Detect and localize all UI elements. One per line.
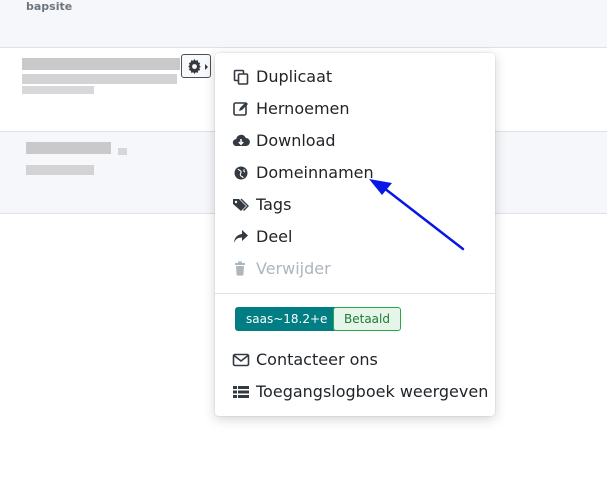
version-badge: saas~18.2+e xyxy=(235,307,339,331)
menu-item-domains[interactable]: Domeinnamen xyxy=(215,157,495,189)
envelope-icon xyxy=(232,353,250,367)
menu-item-label: Toegangslogboek weergeven xyxy=(256,382,489,401)
menu-item-label: Deel xyxy=(256,227,293,246)
menu-item-label: Contacteer ons xyxy=(256,350,378,369)
menu-item-download[interactable]: Download xyxy=(215,125,495,157)
gear-icon xyxy=(188,59,201,74)
menu-item-label: Duplicaat xyxy=(256,67,333,86)
menu-item-label: Download xyxy=(256,131,336,150)
menu-divider xyxy=(215,293,495,294)
redacted-url xyxy=(22,86,94,94)
status-badge: Betaald xyxy=(333,307,401,331)
menu-item-access-log[interactable]: Toegangslogboek weergeven xyxy=(215,376,495,408)
list-icon xyxy=(233,386,249,398)
redacted-name xyxy=(26,142,111,154)
globe-icon xyxy=(234,166,248,180)
column-label: bapsite xyxy=(26,0,73,13)
edit-icon xyxy=(233,102,248,116)
menu-item-label: Hernoemen xyxy=(256,99,350,118)
menu-item-rename[interactable]: Hernoemen xyxy=(215,93,495,125)
database-row-header: bapsite xyxy=(0,0,607,48)
menu-item-contact[interactable]: Contacteer ons xyxy=(215,344,495,376)
share-icon xyxy=(234,230,248,243)
trash-icon xyxy=(235,261,245,276)
duplicate-icon xyxy=(233,69,249,85)
menu-item-duplicate[interactable]: Duplicaat xyxy=(215,61,495,93)
database-actions-button[interactable] xyxy=(181,54,211,78)
menu-item-label: Tags xyxy=(256,195,292,214)
menu-item-share[interactable]: Deel xyxy=(215,221,495,253)
redacted-name-line2 xyxy=(22,74,177,84)
menu-item-delete[interactable]: Verwijder xyxy=(215,253,495,285)
tags-icon xyxy=(233,198,249,211)
redacted-name xyxy=(22,58,180,70)
menu-item-tags[interactable]: Tags xyxy=(215,189,495,221)
caret-right-icon xyxy=(205,64,208,70)
redacted-name-tail xyxy=(118,148,127,155)
menu-item-label: Domeinnamen xyxy=(256,163,374,182)
redacted-url xyxy=(26,165,94,175)
menu-item-label: Verwijder xyxy=(256,259,331,278)
database-actions-menu: Duplicaat Hernoemen Download Domeinnamen… xyxy=(215,53,495,416)
cloud-download-icon xyxy=(232,134,250,147)
